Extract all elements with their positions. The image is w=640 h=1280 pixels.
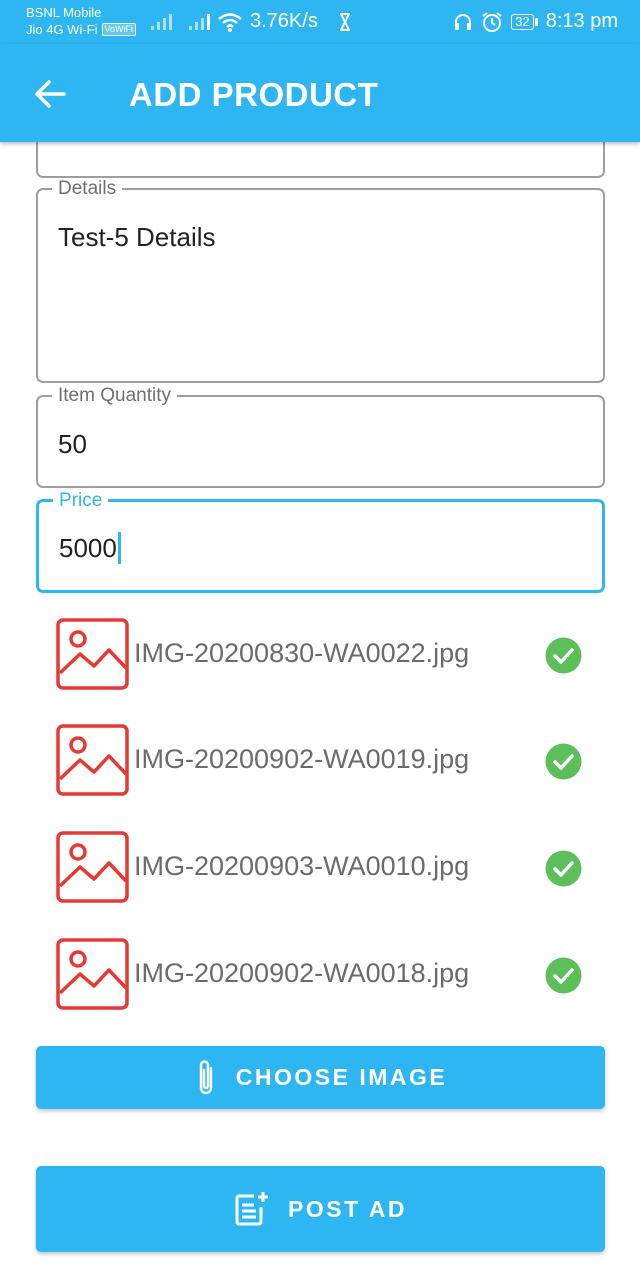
back-arrow-icon[interactable] bbox=[30, 74, 70, 114]
image-icon bbox=[56, 724, 129, 796]
battery-level: 32 bbox=[511, 13, 534, 30]
battery-indicator: 32 bbox=[511, 13, 538, 30]
quantity-input[interactable]: 50 bbox=[58, 429, 87, 460]
wifi-icon bbox=[218, 13, 242, 32]
image-filename: IMG-20200830-WA0022.jpg bbox=[134, 638, 470, 668]
text-caret bbox=[117, 532, 121, 564]
image-list-item: IMG-20200903-WA0010.jpg bbox=[56, 831, 596, 903]
hourglass-icon bbox=[340, 13, 350, 31]
network-speed: 3.76K/s bbox=[250, 10, 318, 32]
post-add-icon bbox=[235, 1192, 269, 1226]
check-circle-icon bbox=[545, 637, 582, 674]
attachment-icon bbox=[199, 1059, 213, 1094]
post-ad-button[interactable]: POST AD bbox=[36, 1166, 605, 1252]
details-field[interactable]: Details Test-5 Details bbox=[36, 178, 605, 383]
check-circle-icon bbox=[545, 957, 582, 994]
image-filename: IMG-20200903-WA0010.jpg bbox=[134, 851, 470, 881]
carrier-1: BSNL Mobile bbox=[26, 5, 102, 20]
quantity-label: Item Quantity bbox=[52, 385, 177, 407]
status-bar: BSNL Mobile Jio 4G Wi-Fi VoWiFi 3.76K/s bbox=[0, 0, 640, 44]
signal-icon-2 bbox=[189, 14, 210, 30]
choose-image-label: CHOOSE IMAGE bbox=[235, 1064, 448, 1090]
check-circle-icon bbox=[545, 743, 582, 780]
page-title: ADD PRODUCT bbox=[129, 76, 379, 113]
quantity-field[interactable]: Item Quantity 50 bbox=[36, 385, 605, 488]
image-list-item: IMG-20200830-WA0022.jpg bbox=[56, 618, 596, 690]
image-list-item: IMG-20200902-WA0019.jpg bbox=[56, 724, 596, 796]
image-icon bbox=[56, 618, 129, 690]
check-circle-icon bbox=[545, 850, 582, 887]
choose-image-button[interactable]: CHOOSE IMAGE bbox=[36, 1046, 605, 1109]
signal-icon bbox=[151, 14, 172, 30]
details-label: Details bbox=[52, 178, 123, 200]
image-filename: IMG-20200902-WA0018.jpg bbox=[134, 958, 470, 988]
price-value: 5000 bbox=[59, 532, 117, 563]
image-icon bbox=[56, 831, 129, 903]
app-bar: ADD PRODUCT bbox=[0, 44, 640, 142]
carrier-info: BSNL Mobile Jio 4G Wi-Fi VoWiFi bbox=[26, 4, 137, 38]
clock: 8:13 pm bbox=[545, 10, 618, 32]
price-field[interactable]: Price 5000 bbox=[36, 490, 605, 593]
add-product-screen: BSNL Mobile Jio 4G Wi-Fi VoWiFi 3.76K/s bbox=[0, 0, 640, 1280]
alarm-icon bbox=[482, 11, 502, 32]
image-list-item: IMG-20200902-WA0018.jpg bbox=[56, 938, 596, 1010]
post-ad-label: POST AD bbox=[288, 1195, 407, 1222]
carrier-2: Jio 4G Wi-Fi bbox=[26, 22, 98, 37]
image-icon bbox=[56, 938, 129, 1010]
price-label: Price bbox=[53, 490, 109, 512]
image-filename: IMG-20200902-WA0019.jpg bbox=[134, 744, 470, 774]
headset-icon bbox=[455, 13, 472, 30]
price-input[interactable]: 5000 bbox=[59, 532, 121, 564]
vowifi-badge: VoWiFi bbox=[101, 23, 137, 36]
details-input[interactable]: Test-5 Details bbox=[58, 222, 216, 253]
